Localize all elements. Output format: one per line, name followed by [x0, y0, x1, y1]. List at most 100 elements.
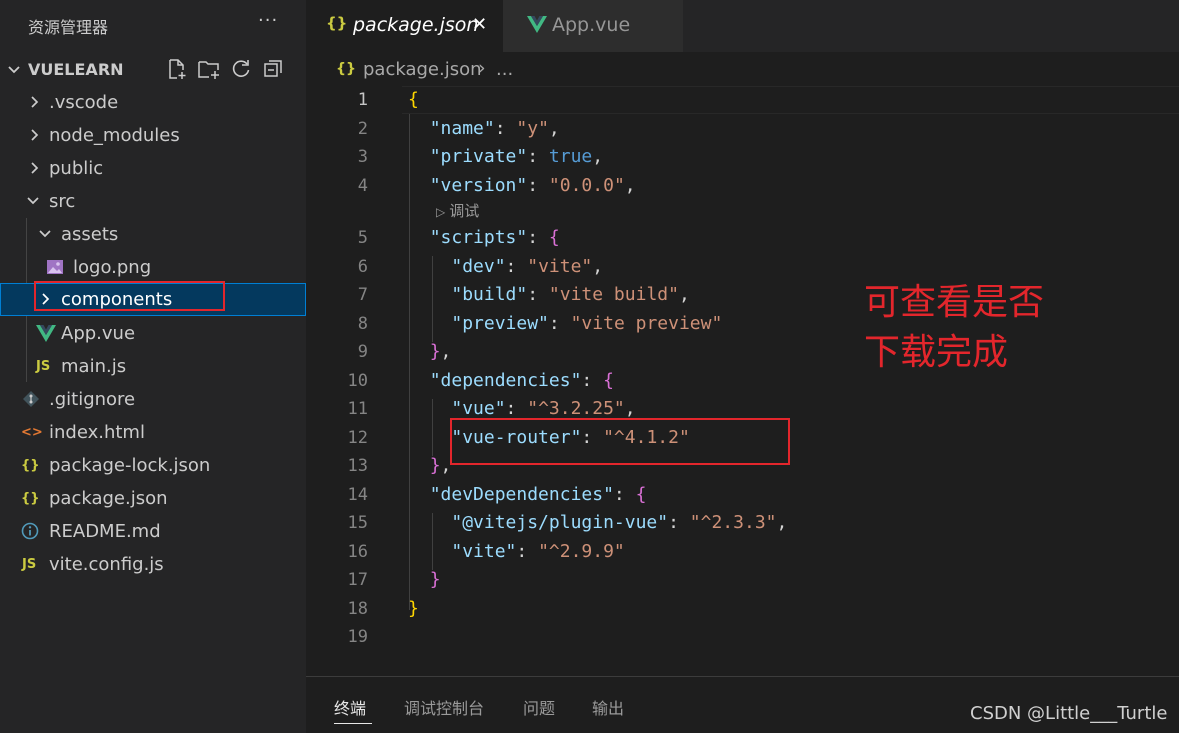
- chevron-right-icon: [31, 96, 39, 108]
- tree-item-app-vue[interactable]: App.vue: [0, 317, 306, 350]
- tab-app-vue[interactable]: App.vue: [503, 0, 683, 52]
- code-line: "version": "0.0.0",: [429, 175, 636, 196]
- annotation-line-2: 下载完成: [864, 332, 1009, 373]
- chevron-right-icon: [31, 162, 39, 174]
- code-line: },: [429, 455, 452, 476]
- tree-item-src[interactable]: src: [0, 185, 306, 218]
- tree-item-label: vite.config.js: [49, 554, 164, 575]
- tree-item-label: public: [49, 158, 104, 179]
- chevron-down-icon: [27, 197, 39, 205]
- tree-item-readme-md[interactable]: README.md: [0, 515, 306, 548]
- breadcrumb-more[interactable]: ...: [496, 59, 513, 80]
- tree-item-label: .vscode: [49, 92, 119, 113]
- line-number: 10: [347, 371, 368, 391]
- current-line-highlight: [402, 86, 1179, 114]
- line-number: 3: [357, 147, 368, 167]
- new-folder-icon: [198, 61, 219, 79]
- code-line: },: [429, 341, 452, 362]
- code-editor[interactable]: 1 2 3 4 5 6 7 8 9 10 11 12 13 14 15 16 1…: [306, 86, 1179, 676]
- line-number: 15: [347, 513, 368, 533]
- tree-item-label: .gitignore: [49, 389, 136, 410]
- debug-code-lens[interactable]: ▷ 调试: [436, 200, 479, 221]
- collapse-all-icon: [264, 60, 282, 77]
- js-icon: JS: [22, 556, 37, 572]
- tree-item-package-json[interactable]: {} package.json: [0, 482, 306, 515]
- line-number: 6: [357, 257, 368, 277]
- json-icon: {}: [326, 14, 348, 32]
- tree-item-label: package.json: [49, 488, 168, 509]
- tree-item-vite-config-js[interactable]: JS vite.config.js: [0, 548, 306, 581]
- breadcrumb-file[interactable]: package.json: [363, 59, 482, 80]
- code-line: }: [429, 569, 441, 590]
- tree-item-main-js[interactable]: JS main.js: [0, 350, 306, 383]
- line-number: 13: [347, 456, 368, 476]
- project-header[interactable]: VUELEARN: [0, 54, 306, 84]
- tab-label: package.json: [353, 14, 479, 36]
- chevron-down-icon: [8, 66, 20, 74]
- chevron-down-icon: [39, 230, 51, 238]
- code-line: "vite": "^2.9.9": [451, 541, 625, 562]
- close-icon[interactable]: ✕: [472, 14, 487, 35]
- tree-item-vscode[interactable]: .vscode: [0, 86, 306, 119]
- tree-item-package-lock-json[interactable]: {} package-lock.json: [0, 449, 306, 482]
- line-number: 14: [347, 485, 368, 505]
- tab-label: App.vue: [552, 14, 631, 36]
- vue-icon: [527, 16, 547, 33]
- image-file-icon: [47, 260, 63, 274]
- code-line: "dev": "vite",: [451, 256, 604, 277]
- refresh-button[interactable]: [228, 56, 254, 82]
- line-number: 2: [357, 119, 368, 139]
- html-icon: <>: [21, 424, 43, 440]
- new-file-button[interactable]: [164, 56, 190, 82]
- more-actions-button[interactable]: ···: [258, 10, 278, 31]
- panel-tab-debug-console[interactable]: 调试控制台: [404, 695, 484, 719]
- tree-item-label: logo.png: [73, 257, 152, 278]
- tree-item-label: package-lock.json: [49, 455, 211, 476]
- json-icon: {}: [336, 61, 356, 77]
- new-folder-button[interactable]: [196, 56, 222, 82]
- panel-tab-terminal[interactable]: 终端: [334, 695, 366, 719]
- line-number: 11: [347, 399, 368, 419]
- line-number: 8: [357, 314, 368, 334]
- tree-item-label: src: [49, 191, 76, 212]
- tree-item-label: App.vue: [61, 323, 136, 344]
- highlight-box-components: [34, 281, 225, 311]
- tree-item-logo-png[interactable]: logo.png: [0, 251, 306, 284]
- line-number: 5: [357, 228, 368, 248]
- line-number: 4: [357, 176, 368, 196]
- line-number: 7: [357, 285, 368, 305]
- vue-icon: [36, 325, 56, 342]
- tree-item-node-modules[interactable]: node_modules: [0, 119, 306, 152]
- tree-item-index-html[interactable]: <> index.html: [0, 416, 306, 449]
- json-icon: {}: [21, 457, 40, 473]
- code-line: }: [408, 598, 419, 619]
- annotation-line-1: 可查看是否: [864, 282, 1045, 323]
- line-number: 17: [347, 570, 368, 590]
- code-line: "name": "y",: [429, 118, 560, 139]
- code-line: "private": true,: [429, 146, 604, 167]
- breadcrumb-separator: ›: [478, 57, 486, 79]
- code-lens-label: 调试: [449, 202, 480, 220]
- tab-package-json[interactable]: {} package.json ✕: [306, 0, 503, 52]
- tree-item-assets[interactable]: assets: [0, 218, 306, 251]
- explorer-actions: [164, 56, 286, 82]
- collapse-all-button[interactable]: [260, 56, 286, 82]
- code-line: "dependencies": {: [429, 370, 614, 391]
- info-icon: [21, 522, 39, 540]
- json-icon: {}: [21, 490, 40, 506]
- code-line: "devDependencies": {: [429, 484, 647, 505]
- panel-tab-problems[interactable]: 问题: [523, 695, 555, 719]
- line-number: 9: [357, 342, 368, 362]
- tree-item-public[interactable]: public: [0, 152, 306, 185]
- breadcrumb: {} package.json › ...: [306, 52, 1179, 86]
- code-line: "build": "vite build",: [451, 284, 690, 305]
- refresh-icon: [232, 60, 250, 77]
- bottom-panel: 终端 调试控制台 问题 输出 CSDN @Little___Turtle: [306, 676, 1179, 733]
- git-icon: [23, 391, 39, 407]
- tree-item-label: main.js: [61, 356, 127, 377]
- explorer-title: 资源管理器: [28, 18, 109, 37]
- tree-item-gitignore[interactable]: .gitignore: [0, 383, 306, 416]
- line-number: 1: [357, 90, 368, 110]
- editor-tab-bar: {} package.json ✕ App.vue: [306, 0, 1179, 52]
- panel-tab-output[interactable]: 输出: [592, 695, 624, 719]
